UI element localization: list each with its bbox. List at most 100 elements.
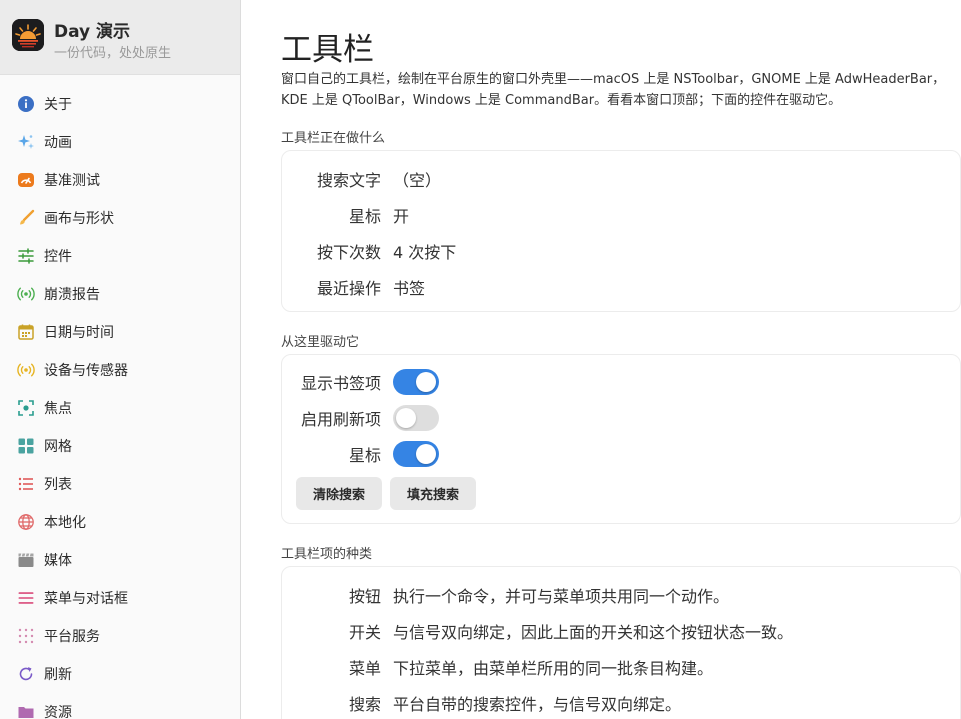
sidebar-item-list[interactable]: 列表 <box>0 465 240 503</box>
status-section-title: 工具栏正在做什么 <box>281 131 386 146</box>
sidebar-item-label: 列表 <box>44 477 72 493</box>
status-row-star: 星标 开 <box>282 203 409 227</box>
sidebar: Day 演示 一份代码，处处原生 关于 动画 基准测试 画布与形状 控件 崩溃报… <box>0 0 241 719</box>
toggle-label: 星标 <box>348 446 381 465</box>
broadcast-icon <box>17 285 35 303</box>
toggle-row-star: 星标 <box>282 439 439 469</box>
sidebar-item-devices-sensors[interactable]: 设备与传感器 <box>0 351 240 389</box>
status-row-press-count: 按下次数 4 次按下 <box>282 239 456 263</box>
toggle-label: 显示书签项 <box>300 374 381 393</box>
sidebar-item-benchmark[interactable]: 基准测试 <box>0 161 240 199</box>
toggle-label: 启用刷新项 <box>300 410 381 429</box>
sidebar-item-label: 媒体 <box>44 553 72 569</box>
list-icon <box>17 475 35 493</box>
sidebar-item-label: 关于 <box>44 97 72 113</box>
sidebar-item-grid[interactable]: 网格 <box>0 427 240 465</box>
sidebar-item-animation[interactable]: 动画 <box>0 123 240 161</box>
status-key: 搜索文字 <box>316 171 381 190</box>
kind-row-menu: 菜单 下拉菜单，由菜单栏所用的同一批条目构建。 <box>322 654 713 680</box>
sidebar-item-about[interactable]: 关于 <box>0 85 240 123</box>
page-description: 窗口自己的工具栏，绘制在平台原生的窗口外壳里——macOS 上是 NSToolb… <box>281 72 946 108</box>
menu-icon <box>17 589 35 607</box>
status-card: 搜索文字 （空） 星标 开 按下次数 4 次按下 最近操作 书签 <box>281 150 961 312</box>
drive-section-title: 从这里驱动它 <box>281 335 360 350</box>
speedometer-icon <box>17 171 35 189</box>
drive-card: 显示书签项 启用刷新项 星标 清除搜索 填充搜索 <box>281 354 961 524</box>
kind-row-search: 搜索 平台自带的搜索控件，与信号双向绑定。 <box>322 690 681 716</box>
show-bookmark-toggle[interactable] <box>393 369 439 395</box>
sensor-icon <box>17 361 35 379</box>
toggle-knob <box>416 444 436 464</box>
sidebar-nav: 关于 动画 基准测试 画布与形状 控件 崩溃报告 日期与时间 设备与传感器 焦点… <box>0 85 240 719</box>
sidebar-item-resources[interactable]: 资源 <box>0 693 240 719</box>
fill-search-button[interactable]: 填充搜索 <box>390 477 476 510</box>
globe-icon <box>17 513 35 531</box>
kind-row-button: 按钮 执行一个命令，并可与菜单项共用同一个动作。 <box>322 582 729 608</box>
status-row-last-action: 最近操作 书签 <box>282 275 425 299</box>
calendar-icon <box>17 323 35 341</box>
status-row-search-text: 搜索文字 （空） <box>282 167 441 191</box>
status-key: 按下次数 <box>316 243 381 262</box>
sparkle-icon <box>17 133 35 151</box>
sidebar-header: Day 演示 一份代码，处处原生 <box>0 0 240 75</box>
sidebar-item-label: 设备与传感器 <box>44 363 128 379</box>
status-value: 书签 <box>393 279 426 298</box>
sidebar-item-label: 本地化 <box>44 515 86 531</box>
refresh-icon <box>17 665 35 683</box>
toggle-knob <box>396 408 416 428</box>
app-window: Day 演示 一份代码，处处原生 关于 动画 基准测试 画布与形状 控件 崩溃报… <box>0 0 961 719</box>
kinds-section-title: 工具栏项的种类 <box>281 547 373 562</box>
focus-icon <box>17 399 35 417</box>
sidebar-item-label: 动画 <box>44 135 72 151</box>
sidebar-item-date-time[interactable]: 日期与时间 <box>0 313 240 351</box>
sidebar-item-canvas-shapes[interactable]: 画布与形状 <box>0 199 240 237</box>
sidebar-item-menus-dialogs[interactable]: 菜单与对话框 <box>0 579 240 617</box>
sidebar-item-label: 基准测试 <box>44 173 100 189</box>
app-subtitle: 一份代码，处处原生 <box>54 46 172 61</box>
sidebar-item-label: 控件 <box>44 249 72 265</box>
sidebar-item-label: 崩溃报告 <box>44 287 100 303</box>
sidebar-item-refresh[interactable]: 刷新 <box>0 655 240 693</box>
sidebar-item-platform-services[interactable]: 平台服务 <box>0 617 240 655</box>
sidebar-item-media[interactable]: 媒体 <box>0 541 240 579</box>
kinds-card: 按钮 执行一个命令，并可与菜单项共用同一个动作。 开关 与信号双向绑定，因此上面… <box>281 566 961 719</box>
folder-icon <box>17 703 35 719</box>
sidebar-item-label: 平台服务 <box>44 629 100 645</box>
grid-icon <box>17 437 35 455</box>
status-value: 开 <box>393 207 410 226</box>
clapper-icon <box>17 551 35 569</box>
kind-key: 搜索 <box>348 695 381 714</box>
brush-icon <box>17 209 35 227</box>
sidebar-item-label: 网格 <box>44 439 72 455</box>
sidebar-item-label: 日期与时间 <box>44 325 114 341</box>
sidebar-item-label: 刷新 <box>44 667 72 683</box>
sidebar-item-focus[interactable]: 焦点 <box>0 389 240 427</box>
kind-value: 平台自带的搜索控件，与信号双向绑定。 <box>393 695 682 714</box>
app-title: Day 演示 <box>54 22 131 42</box>
sidebar-item-label: 菜单与对话框 <box>44 591 128 607</box>
dots-grid-icon <box>17 627 35 645</box>
toggle-knob <box>416 372 436 392</box>
kind-value: 下拉菜单，由菜单栏所用的同一批条目构建。 <box>393 659 714 678</box>
sidebar-item-crash-report[interactable]: 崩溃报告 <box>0 275 240 313</box>
kind-key: 按钮 <box>348 587 381 606</box>
sliders-icon <box>17 247 35 265</box>
sidebar-item-label: 资源 <box>44 705 72 719</box>
enable-refresh-toggle[interactable] <box>393 405 439 431</box>
toggle-row-show-bookmark: 显示书签项 <box>282 367 439 397</box>
kind-value: 与信号双向绑定，因此上面的开关和这个按钮状态一致。 <box>393 623 794 642</box>
kind-value: 执行一个命令，并可与菜单项共用同一个动作。 <box>393 587 730 606</box>
sidebar-item-localization[interactable]: 本地化 <box>0 503 240 541</box>
main-content: 工具栏 窗口自己的工具栏，绘制在平台原生的窗口外壳里——macOS 上是 NST… <box>241 0 961 719</box>
sidebar-item-label: 画布与形状 <box>44 211 114 227</box>
clear-search-button[interactable]: 清除搜索 <box>296 477 382 510</box>
status-value: 4 次按下 <box>393 243 457 262</box>
toggle-row-enable-refresh: 启用刷新项 <box>282 403 439 433</box>
status-value: （空） <box>393 171 442 190</box>
status-key: 最近操作 <box>316 279 381 298</box>
sidebar-item-controls[interactable]: 控件 <box>0 237 240 275</box>
kind-key: 菜单 <box>348 659 381 678</box>
status-key: 星标 <box>348 207 381 226</box>
star-toggle[interactable] <box>393 441 439 467</box>
kind-key: 开关 <box>348 623 381 642</box>
